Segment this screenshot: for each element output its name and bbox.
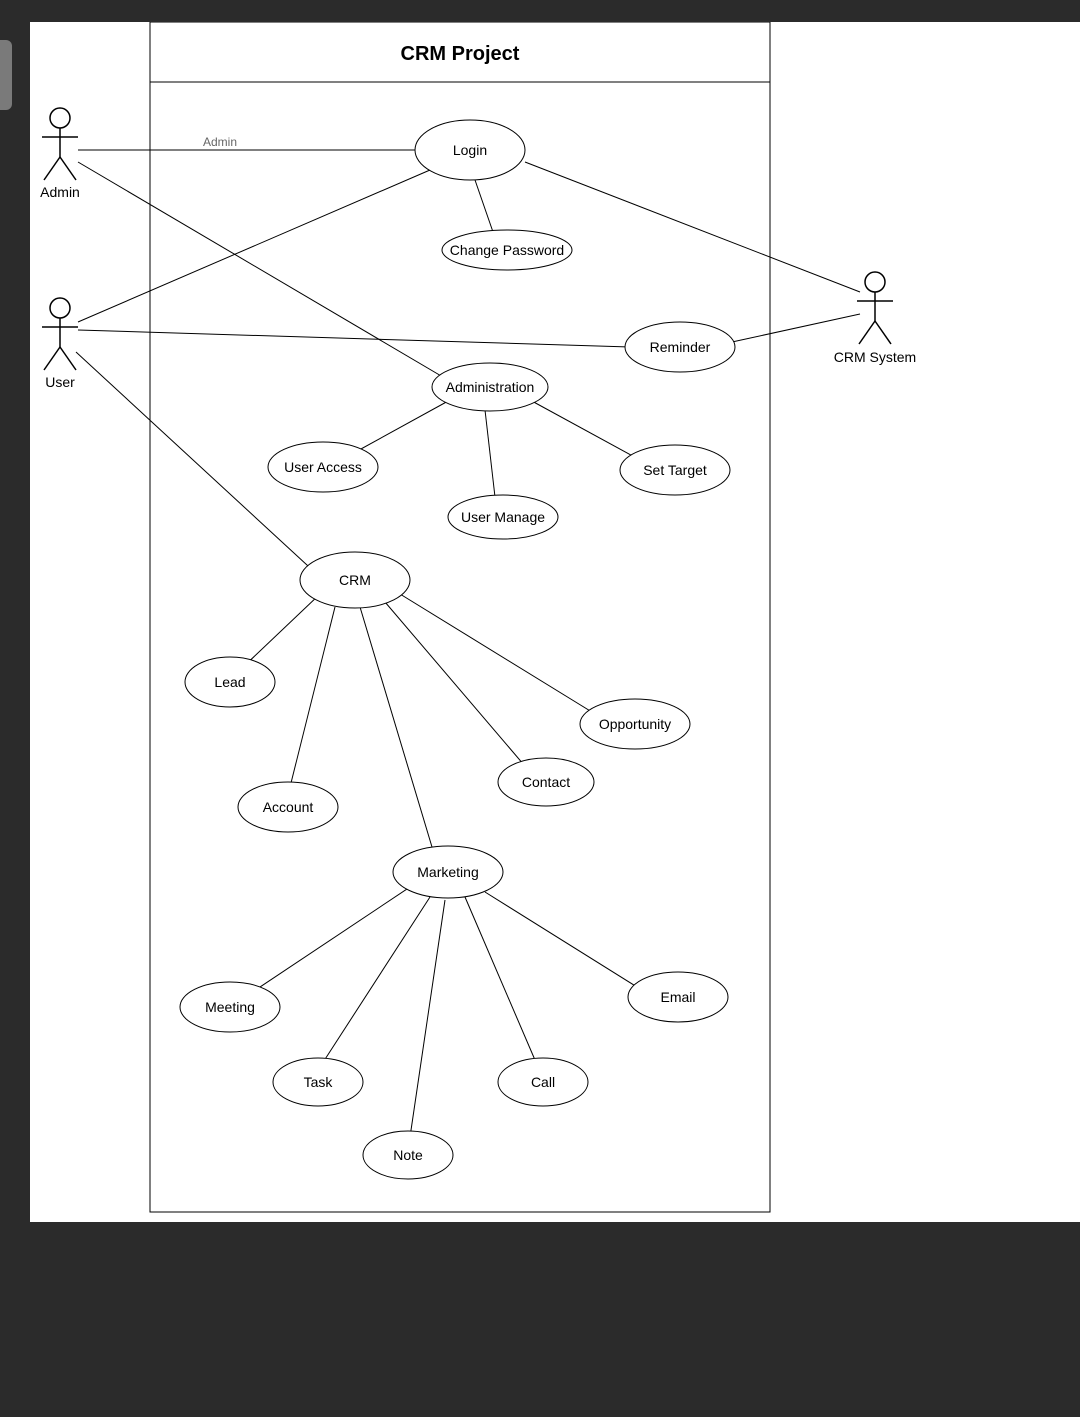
svg-text:Set Target: Set Target [643,462,707,478]
edge-crmsystem-login [525,162,860,292]
usecase-user-manage: User Manage [448,495,558,539]
actor-crm-system-label: CRM System [834,349,916,365]
edge-marketing-meeting [245,887,410,997]
svg-text:Change Password: Change Password [450,242,564,258]
usecase-call: Call [498,1058,588,1106]
usecase-lead: Lead [185,657,275,707]
actor-admin-label: Admin [40,184,80,200]
svg-text:User Manage: User Manage [461,509,545,525]
svg-text:Lead: Lead [214,674,245,690]
usecase-reminder: Reminder [625,322,735,372]
usecase-crm: CRM [300,552,410,608]
svg-text:Login: Login [453,142,487,158]
svg-text:Contact: Contact [522,774,570,790]
edge-marketing-task [320,897,430,1067]
edge-crm-marketing [360,607,435,857]
system-boundary [150,22,770,1212]
edge-user-reminder [78,330,630,347]
edge-login-changepassword [475,180,493,232]
usecase-change-password: Change Password [442,230,572,270]
actor-user-label: User [45,374,75,390]
usecase-opportunity: Opportunity [580,699,690,749]
edge-marketing-call [465,897,538,1067]
svg-text:Note: Note [393,1147,423,1163]
edge-admin-login-label: Admin [203,135,237,149]
edge-admin-usermanage [485,410,495,497]
svg-text:Email: Email [660,989,695,1005]
edge-marketing-email [485,892,645,992]
usecase-administration: Administration [432,363,548,411]
usecase-diagram-svg: CRM Project Admin User CRM System Admin [30,22,1080,1222]
svg-text:CRM: CRM [339,572,371,588]
edge-admin-settarget [530,400,640,460]
left-tab-indicator [0,40,12,110]
edge-crm-account [290,607,335,787]
usecase-user-access: User Access [268,442,378,492]
svg-text:Meeting: Meeting [205,999,255,1015]
usecase-note: Note [363,1131,453,1179]
usecase-contact: Contact [498,758,594,806]
actor-crm-system: CRM System [834,272,916,365]
svg-text:Opportunity: Opportunity [599,716,671,732]
svg-text:Marketing: Marketing [417,864,478,880]
edge-marketing-note [410,900,445,1137]
usecase-marketing: Marketing [393,846,503,898]
svg-text:Account: Account [263,799,314,815]
edge-admin-administration [78,162,448,380]
svg-text:Call: Call [531,1074,555,1090]
edge-crm-lead [240,594,320,670]
usecase-account: Account [238,782,338,832]
svg-text:Reminder: Reminder [650,339,711,355]
usecase-email: Email [628,972,728,1022]
svg-text:User Access: User Access [284,459,362,475]
usecase-login: Login [415,120,525,180]
svg-text:Administration: Administration [446,379,535,395]
diagram-canvas: CRM Project Admin User CRM System Admin [30,22,1080,1222]
edge-crmsystem-reminder [732,314,860,342]
actor-user: User [42,298,78,390]
edge-admin-useraccess [350,400,450,455]
svg-text:Task: Task [304,1074,334,1090]
diagram-title: CRM Project [401,43,520,65]
edge-crm-contact [385,602,530,772]
usecase-meeting: Meeting [180,982,280,1032]
actor-admin: Admin [40,108,80,200]
usecase-set-target: Set Target [620,445,730,495]
usecase-task: Task [273,1058,363,1106]
